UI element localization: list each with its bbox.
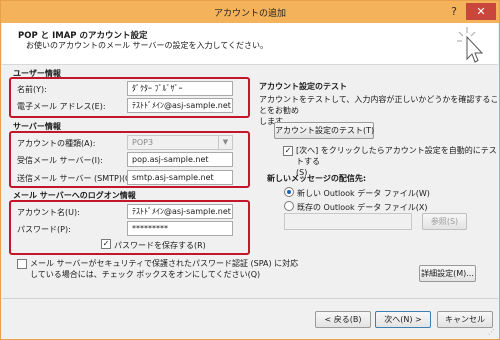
- account-type-value: POP3: [132, 138, 154, 147]
- test-account-settings-button[interactable]: アカウント設定のテスト(T): [274, 122, 374, 139]
- password-label: パスワード(P):: [17, 225, 71, 234]
- back-button[interactable]: < 戻る(B): [315, 311, 371, 328]
- remember-password-label: パスワードを保存する(R): [114, 241, 206, 250]
- spa-label: メール サーバーがセキュリティで保護されたパスワード認証 (SPA) に対応 し…: [30, 258, 298, 280]
- add-account-window: アカウントの追加 ? ✕ POP と IMAP のアカウント設定 お使いのアカウ…: [0, 0, 500, 340]
- test-heading: アカウント設定のテスト: [259, 82, 347, 91]
- incoming-server-input[interactable]: pop.asj-sample.net: [127, 152, 233, 167]
- account-type-label: アカウントの種類(A):: [17, 139, 96, 148]
- browse-button[interactable]: 参照(S): [422, 213, 467, 230]
- account-type-select: POP3 ▼: [127, 135, 233, 150]
- password-input[interactable]: *********: [127, 221, 233, 236]
- test-description-line-1: アカウントをテストして、入力内容が正しいかどうかを確認することをお勧め: [259, 95, 499, 115]
- window-title: アカウントの追加: [213, 9, 286, 19]
- chevron-down-icon: ▼: [218, 136, 232, 149]
- incoming-server-label: 受信メール サーバー(I):: [17, 156, 103, 165]
- cancel-button[interactable]: キャンセル: [437, 311, 493, 328]
- email-input[interactable]: ﾃｽﾄﾄﾞﾒｲﾝ@asj-sample.net: [127, 98, 233, 113]
- delivery-heading: 新しいメッセージの配信先:: [267, 174, 367, 183]
- help-icon[interactable]: ?: [443, 3, 465, 20]
- existing-data-file-path: [284, 213, 412, 230]
- more-settings-button[interactable]: 詳細設定(M)...: [419, 265, 476, 282]
- account-name-input[interactable]: ﾃｽﾄﾄﾞﾒｲﾝ@asj-sample.net: [127, 204, 233, 219]
- email-label: 電子メール アドレス(E):: [17, 102, 106, 111]
- spa-label-line-2: している場合には、チェック ボックスをオンにしてください(Q): [30, 270, 261, 279]
- next-button[interactable]: 次へ(N) >: [375, 311, 431, 328]
- new-data-file-radio[interactable]: [284, 187, 294, 197]
- cursor-click-icon: [457, 27, 484, 63]
- new-data-file-label: 新しい Outlook データ ファイル(W): [297, 189, 430, 198]
- close-icon[interactable]: ✕: [466, 3, 496, 20]
- account-name-label: アカウント名(U):: [17, 208, 80, 217]
- footer-divider: [2, 298, 498, 299]
- existing-data-file-radio[interactable]: [284, 201, 294, 211]
- outgoing-server-input[interactable]: smtp.asj-sample.net: [127, 170, 233, 185]
- resize-grip-icon[interactable]: ⋰: [488, 328, 496, 336]
- name-input[interactable]: ﾀﾞｸﾀｰ ﾌﾞﾙﾞｻﾞｰ: [127, 81, 233, 96]
- header-subtitle: お使いのアカウントのメール サーバーの設定を入力してください。: [26, 41, 268, 50]
- spa-label-line-1: メール サーバーがセキュリティで保護されたパスワード認証 (SPA) に対応: [30, 259, 299, 268]
- remember-password-checkbox[interactable]: ✓: [101, 239, 111, 249]
- name-label: 名前(Y):: [17, 85, 47, 94]
- auto-test-label-line-1: [次へ] をクリックしたらアカウント設定を自動的にテストする: [296, 146, 497, 166]
- existing-data-file-label: 既存の Outlook データ ファイル(X): [297, 203, 428, 212]
- spa-checkbox[interactable]: [17, 259, 27, 269]
- title-bar: アカウントの追加 ? ✕: [1, 1, 499, 23]
- outgoing-server-label: 送信メール サーバー (SMTP)(O):: [17, 174, 138, 183]
- dialog-header: POP と IMAP のアカウント設定 お使いのアカウントのメール サーバーの設…: [2, 23, 498, 65]
- auto-test-checkbox[interactable]: ✓: [283, 146, 293, 156]
